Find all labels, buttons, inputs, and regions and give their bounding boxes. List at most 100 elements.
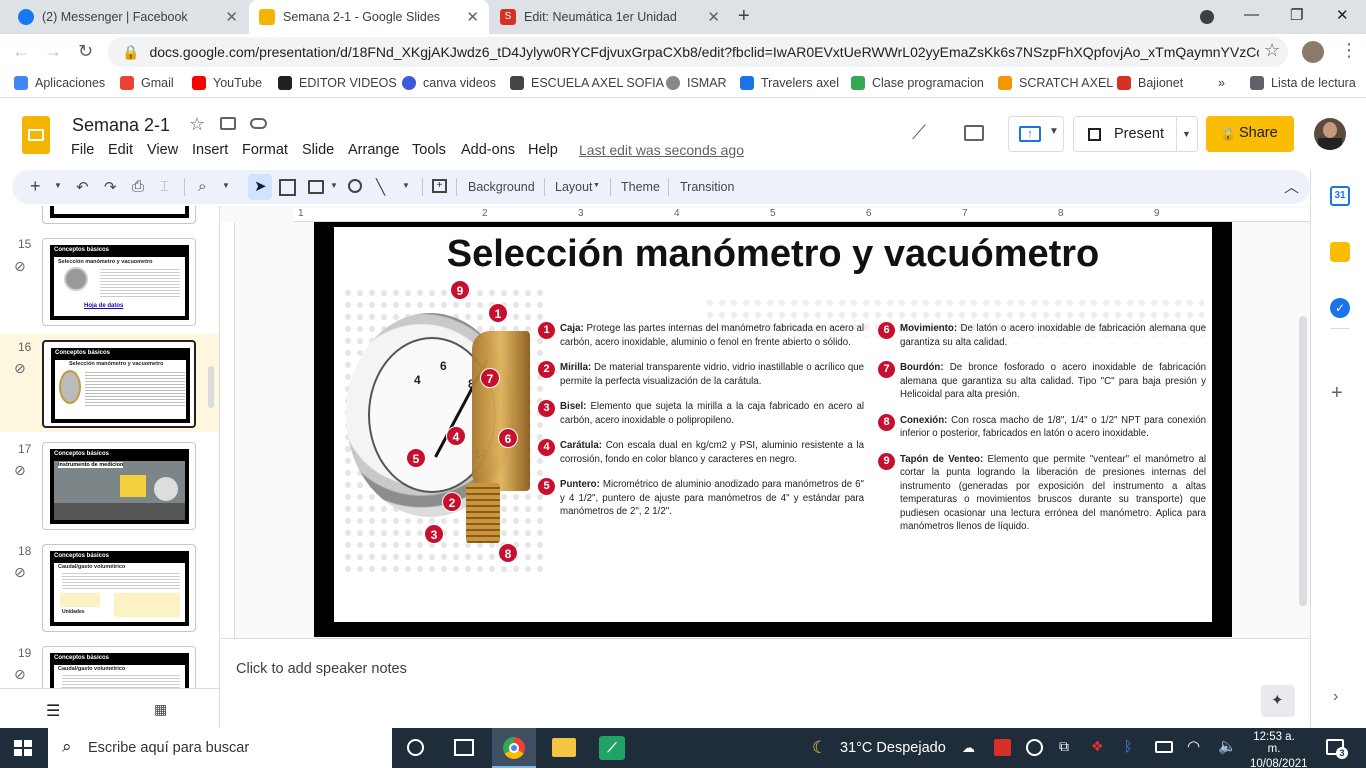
wifi-icon[interactable]: ◠ xyxy=(1187,737,1200,755)
back-icon[interactable]: ← xyxy=(12,41,30,62)
expand-panel-icon[interactable]: › xyxy=(1333,688,1338,706)
tray-app-icon[interactable] xyxy=(1026,739,1043,756)
tab-neumatica[interactable]: S Edit: Neumática 1er Unidad ✕ xyxy=(490,0,730,34)
bookmark-scratch[interactable]: SCRATCH AXEL xyxy=(998,76,1113,90)
bookmark-canva[interactable]: canva videos xyxy=(402,76,496,90)
menu-tools[interactable]: Tools xyxy=(412,142,446,158)
doc-title[interactable]: Semana 2-1 xyxy=(72,115,170,136)
add-comment-icon[interactable]: + xyxy=(432,179,447,193)
speaker-notes[interactable]: Click to add speaker notes ✦ xyxy=(221,638,1310,728)
close-icon[interactable]: ✕ xyxy=(225,8,238,26)
bookmark-ismar[interactable]: ISMAR xyxy=(666,76,727,90)
speaker-notes-placeholder[interactable]: Click to add speaker notes xyxy=(236,661,407,677)
last-edit-link[interactable]: Last edit was seconds ago xyxy=(579,142,744,158)
zoom-icon[interactable]: ⌕ xyxy=(198,178,206,195)
tab-messenger[interactable]: (2) Messenger | Facebook ✕ xyxy=(8,0,248,34)
task-view-icon[interactable] xyxy=(454,739,474,756)
maximize-icon[interactable]: ❐ xyxy=(1290,6,1303,24)
select-tool[interactable]: ➤ xyxy=(248,174,272,200)
forward-icon[interactable]: → xyxy=(44,41,62,62)
paint-format-icon[interactable]: ⌶ xyxy=(160,178,169,195)
list-view-icon[interactable]: ☰ xyxy=(46,701,60,721)
redo-icon[interactable]: ↷ xyxy=(104,178,117,196)
shape-icon[interactable] xyxy=(348,179,362,193)
volume-icon[interactable]: 🔈 xyxy=(1218,737,1237,755)
filmstrip-scrollbar[interactable] xyxy=(208,366,214,408)
avatar[interactable] xyxy=(1302,41,1324,63)
notification-icon[interactable]: 3 xyxy=(1326,739,1348,759)
tab-slides[interactable]: Semana 2-1 - Google Slides ✕ xyxy=(249,0,489,34)
menu-help[interactable]: Help xyxy=(528,142,558,158)
comment-icon[interactable] xyxy=(964,125,984,141)
image-icon[interactable] xyxy=(308,180,324,194)
chevron-down-icon[interactable]: ▼ xyxy=(330,181,338,190)
reading-list[interactable]: Lista de lectura xyxy=(1250,76,1356,90)
theme-button[interactable]: Theme xyxy=(621,180,660,194)
text-box-icon[interactable] xyxy=(279,179,296,196)
line-icon[interactable]: ╲ xyxy=(376,178,385,196)
tasks-icon[interactable]: ✓ xyxy=(1330,298,1350,318)
menu-file[interactable]: File xyxy=(71,142,94,158)
slide-thumbnail-16[interactable]: Conceptos básicos Selección manómetro y … xyxy=(42,340,196,428)
user-avatar[interactable] xyxy=(1314,118,1346,150)
bookmark-youtube[interactable]: YouTube xyxy=(192,76,262,90)
slide-thumbnail[interactable] xyxy=(42,206,196,224)
tray-app-icon[interactable]: ❖ xyxy=(1091,738,1104,755)
taskbar-search[interactable]: ⌕ Escribe aquí para buscar xyxy=(48,728,392,768)
menu-edit[interactable]: Edit xyxy=(108,142,133,158)
chevron-down-icon[interactable]: ▼ xyxy=(402,181,410,190)
menu-insert[interactable]: Insert xyxy=(192,142,228,158)
minimize-icon[interactable]: — xyxy=(1244,6,1259,23)
menu-slide[interactable]: Slide xyxy=(302,142,334,158)
collapse-toolbar-icon[interactable]: ︿ xyxy=(1284,176,1299,197)
present-button[interactable]: Present ▼ xyxy=(1073,116,1198,152)
slides-logo-icon[interactable] xyxy=(22,116,50,154)
slide-canvas[interactable]: Selección manómetro y vacuómetro 6 8 4 1… xyxy=(314,222,1232,637)
cortana-icon[interactable] xyxy=(407,739,424,756)
slide-thumbnail-15[interactable]: Conceptos básicos Selección manómetro y … xyxy=(42,238,196,326)
layout-button[interactable]: Layout xyxy=(555,180,593,194)
cloud-icon[interactable]: ☁ xyxy=(962,740,975,756)
transition-button[interactable]: Transition xyxy=(680,180,734,194)
bookmark-travelers[interactable]: Travelers axel xyxy=(740,76,839,90)
explore-button[interactable]: ✦ xyxy=(1261,685,1295,717)
chevron-down-icon[interactable]: ▼ xyxy=(593,182,600,189)
profile-dropdown-icon[interactable] xyxy=(1200,10,1214,24)
slide-thumbnail-17[interactable]: Conceptos básicos Instrumento de medicio… xyxy=(42,442,196,530)
move-folder-icon[interactable] xyxy=(220,117,236,130)
bookmark-editor-videos[interactable]: EDITOR VIDEOS xyxy=(278,76,397,90)
weather-text[interactable]: 31°C Despejado xyxy=(840,740,946,756)
meet-present-button[interactable]: ↑ ▼ xyxy=(1008,116,1064,152)
slide-thumbnail-18[interactable]: Conceptos básicos Caudal/gasto volumétri… xyxy=(42,544,196,632)
bookmarks-more[interactable]: » xyxy=(1218,76,1225,90)
bookmark-gmail[interactable]: Gmail xyxy=(120,76,174,90)
reload-icon[interactable]: ↻ xyxy=(78,41,93,62)
keep-icon[interactable] xyxy=(1330,242,1350,262)
battery-icon[interactable] xyxy=(1155,741,1173,753)
chevron-down-icon[interactable]: ▼ xyxy=(54,181,62,190)
bluetooth-icon[interactable]: ᛒ xyxy=(1124,738,1132,754)
bookmark-apps[interactable]: Aplicaciones xyxy=(14,76,105,90)
close-window-icon[interactable]: ✕ xyxy=(1336,6,1349,24)
file-explorer-icon[interactable] xyxy=(552,738,576,757)
menu-format[interactable]: Format xyxy=(242,142,288,158)
menu-addons[interactable]: Add-ons xyxy=(461,142,515,158)
print-icon[interactable]: ⎙ xyxy=(132,178,144,195)
tray-app-icon[interactable] xyxy=(994,739,1011,756)
chevron-down-icon[interactable]: ▼ xyxy=(222,181,230,190)
meet-tray-icon[interactable]: ⧉ xyxy=(1059,738,1069,755)
bookmark-star-icon[interactable]: ☆ xyxy=(1264,40,1280,61)
new-slide-icon[interactable]: + xyxy=(30,176,41,197)
menu-arrange[interactable]: Arrange xyxy=(348,142,400,158)
windows-start-icon[interactable] xyxy=(14,740,32,756)
close-icon[interactable]: ✕ xyxy=(707,8,720,26)
app-icon[interactable]: ⟋ xyxy=(599,736,625,760)
menu-view[interactable]: View xyxy=(147,142,178,158)
editor-scrollbar[interactable] xyxy=(1299,316,1307,606)
close-icon[interactable]: ✕ xyxy=(466,8,479,26)
background-button[interactable]: Background xyxy=(468,180,535,194)
vertical-ruler[interactable] xyxy=(221,222,235,638)
bookmark-bajionet[interactable]: Bajionet xyxy=(1117,76,1183,90)
calendar-icon[interactable]: 31 xyxy=(1330,186,1350,206)
clock[interactable]: 12:53 a. m. 10/08/2021 xyxy=(1250,731,1308,770)
